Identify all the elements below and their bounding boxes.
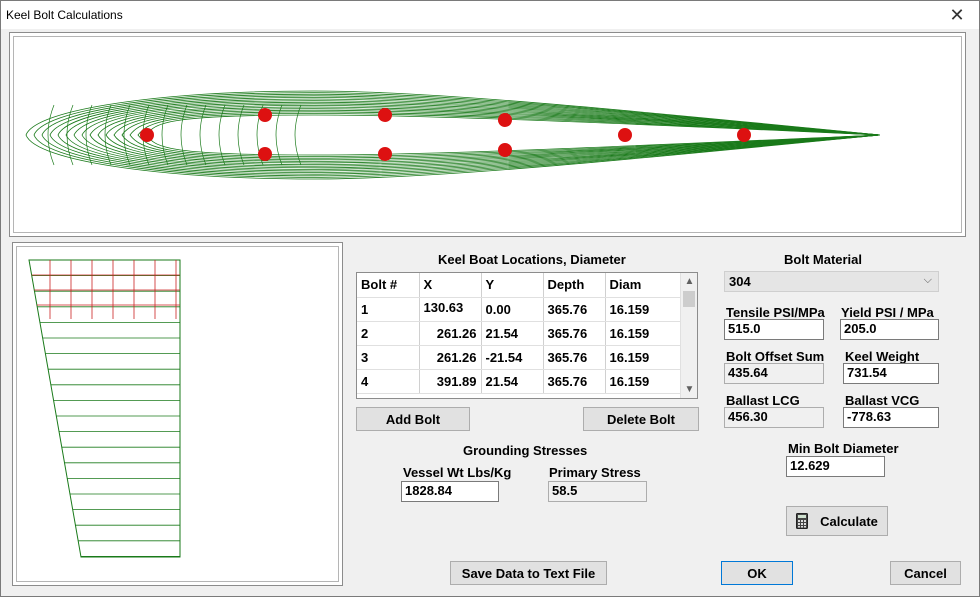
ballast-vcg-label: Ballast VCG: [845, 393, 920, 408]
bolt-table[interactable]: Bolt # X Y Depth Diam 1 130.63 0.00 365.…: [356, 272, 698, 399]
cell-bolt-number: 1: [357, 297, 420, 322]
bolt-marker: [258, 108, 272, 122]
cell-x: 261.26: [419, 345, 482, 370]
table-scrollbar[interactable]: ▲ ▼: [680, 273, 697, 398]
bolt-marker: [378, 108, 392, 122]
close-icon: ✕: [949, 4, 965, 25]
close-button[interactable]: ✕: [935, 1, 979, 29]
section-outline: [28, 259, 181, 558]
bolt-marker: [618, 128, 632, 142]
cell-diam: 16.159: [605, 369, 682, 394]
primary-stress-field: 58.5: [548, 481, 647, 502]
col-depth[interactable]: Depth: [543, 273, 606, 298]
cell-diam: 16.159: [605, 297, 682, 322]
table-row[interactable]: 3 261.26 -21.54 365.76 16.159: [357, 345, 682, 370]
cell-depth: 365.76: [543, 297, 606, 322]
cell-y: -21.54: [481, 345, 544, 370]
yield-field[interactable]: 205.0: [840, 319, 939, 340]
keel-station-line: [180, 104, 188, 166]
yield-label: Yield PSI / MPa: [841, 305, 934, 320]
keel-section-view: [12, 242, 343, 586]
col-bolt-number[interactable]: Bolt #: [357, 273, 420, 298]
keel-bolt-dialog: Keel Bolt Calculations ✕ Keel Boat Locat…: [0, 0, 980, 597]
cell-bolt-number: 4: [357, 369, 420, 394]
vessel-weight-label: Vessel Wt Lbs/Kg: [403, 465, 512, 480]
bolt-material-title: Bolt Material: [784, 252, 863, 267]
cell-y: 21.54: [481, 321, 544, 346]
cell-depth: 365.76: [543, 321, 606, 346]
bolt-marker: [498, 143, 512, 157]
cell-x: 130.63: [419, 297, 482, 322]
keel-waterline: [145, 114, 881, 156]
cell-diam: 16.159: [605, 345, 682, 370]
delete-bolt-button[interactable]: Delete Bolt: [583, 407, 699, 431]
keel-station-line: [47, 104, 55, 166]
cell-x: 391.89: [419, 369, 482, 394]
table-title: Keel Boat Locations, Diameter: [438, 252, 626, 267]
save-data-button[interactable]: Save Data to Text File: [450, 561, 607, 585]
table-row[interactable]: 1 130.63 0.00 365.76 16.159: [357, 297, 682, 322]
primary-stress-label: Primary Stress: [549, 465, 641, 480]
calculate-label: Calculate: [820, 513, 878, 529]
cell-depth: 365.76: [543, 369, 606, 394]
scroll-thumb[interactable]: [683, 291, 695, 307]
calculator-icon: [796, 513, 809, 529]
bolt-material-value: 304: [729, 274, 751, 289]
bolt-offset-label: Bolt Offset Sum: [726, 349, 825, 364]
keel-waterline: [25, 90, 881, 180]
table-row[interactable]: 2 261.26 21.54 365.76 16.159: [357, 321, 682, 346]
calculate-button[interactable]: Calculate: [786, 506, 888, 536]
col-y[interactable]: Y: [481, 273, 544, 298]
min-bolt-diameter-label: Min Bolt Diameter: [788, 441, 899, 456]
tensile-field[interactable]: 515.0: [724, 319, 824, 340]
bolt-offset-field: 435.64: [724, 363, 824, 384]
ok-button[interactable]: OK: [721, 561, 793, 585]
cancel-button[interactable]: Cancel: [890, 561, 961, 585]
col-diam[interactable]: Diam: [605, 273, 682, 298]
bolt-marker: [258, 147, 272, 161]
bolt-marker: [737, 128, 751, 142]
keel-weight-label: Keel Weight: [845, 349, 920, 364]
bolt-marker: [378, 147, 392, 161]
add-bolt-button[interactable]: Add Bolt: [356, 407, 470, 431]
scroll-down-icon[interactable]: ▼: [681, 381, 698, 398]
title-bar: Keel Bolt Calculations ✕: [1, 1, 979, 29]
bolt-material-select[interactable]: 304 ⌵: [724, 271, 939, 292]
vessel-weight-field[interactable]: 1828.84: [401, 481, 499, 502]
keel-station-line: [199, 104, 207, 166]
table-header-row: Bolt # X Y Depth Diam: [357, 273, 682, 298]
keel-station-line: [294, 104, 302, 166]
window-title: Keel Bolt Calculations: [6, 8, 123, 22]
bolt-marker: [498, 113, 512, 127]
keel-plan-view: [9, 32, 966, 237]
scroll-up-icon[interactable]: ▲: [681, 273, 698, 290]
cell-y: 21.54: [481, 369, 544, 394]
cell-y: 0.00: [481, 297, 544, 322]
keel-weight-field[interactable]: 731.54: [843, 363, 939, 384]
bolt-marker: [140, 128, 154, 142]
tensile-label: Tensile PSI/MPa: [726, 305, 825, 320]
ballast-vcg-field[interactable]: -778.63: [843, 407, 939, 428]
keel-section-drawing: [28, 259, 181, 558]
keel-plan-drawing: [25, 90, 881, 180]
chevron-down-icon: ⌵: [923, 274, 932, 286]
cell-bolt-number: 2: [357, 321, 420, 346]
cell-bolt-number: 3: [357, 345, 420, 370]
cell-depth: 365.76: [543, 345, 606, 370]
ballast-lcg-label: Ballast LCG: [726, 393, 800, 408]
cell-x: 261.26: [419, 321, 482, 346]
ballast-lcg-field: 456.30: [724, 407, 824, 428]
cell-diam: 16.159: [605, 321, 682, 346]
col-x[interactable]: X: [419, 273, 482, 298]
grounding-title: Grounding Stresses: [463, 443, 588, 458]
min-bolt-diameter-field[interactable]: 12.629: [786, 456, 885, 477]
table-row[interactable]: 4 391.89 21.54 365.76 16.159: [357, 369, 682, 394]
